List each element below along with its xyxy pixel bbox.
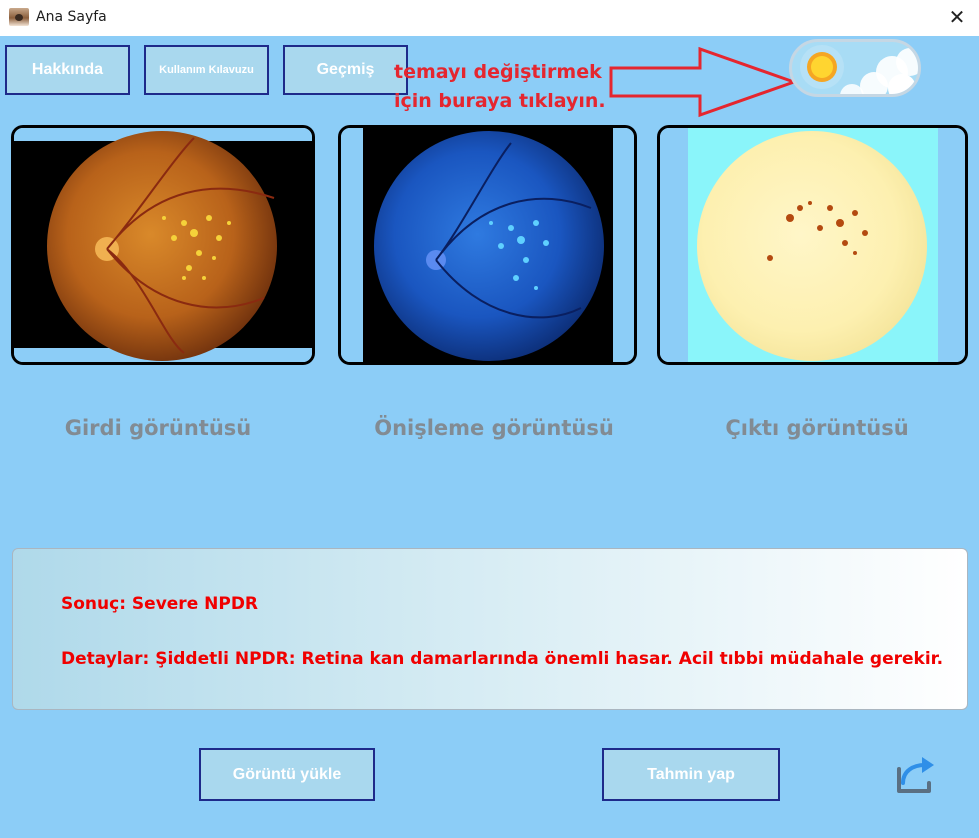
share-icon[interactable] bbox=[895, 755, 937, 795]
output-fundus-image bbox=[660, 128, 965, 362]
input-image-caption: Girdi görüntüsü bbox=[64, 416, 252, 440]
input-fundus-image bbox=[14, 128, 312, 362]
output-image-caption: Çıktı görüntüsü bbox=[725, 416, 909, 440]
result-panel: Sonuç: Severe NPDR Detaylar: Şiddetli NP… bbox=[12, 548, 968, 710]
input-image-panel bbox=[11, 125, 315, 365]
predict-button[interactable]: Tahmin yap bbox=[602, 748, 780, 801]
load-image-button[interactable]: Görüntü yükle bbox=[199, 748, 375, 801]
arrow-right-icon bbox=[609, 46, 798, 118]
preprocess-image-caption: Önişleme görüntüsü bbox=[374, 416, 614, 440]
theme-hint-line-2: için buraya tıklayın. bbox=[394, 90, 606, 112]
close-button[interactable]: ✕ bbox=[935, 0, 979, 36]
about-button[interactable]: Hakkında bbox=[5, 45, 130, 95]
sun-icon bbox=[800, 45, 844, 89]
theme-toggle[interactable] bbox=[789, 39, 921, 97]
history-button[interactable]: Geçmiş bbox=[283, 45, 408, 95]
eye-icon bbox=[9, 8, 29, 26]
preprocess-image-panel bbox=[338, 125, 637, 365]
window-title: Ana Sayfa bbox=[36, 9, 107, 25]
user-guide-button[interactable]: Kullanım Kılavuzu bbox=[144, 45, 269, 95]
result-details: Detaylar: Şiddetli NPDR: Retina kan dama… bbox=[61, 649, 944, 669]
title-bar: Ana Sayfa ✕ bbox=[0, 0, 979, 36]
main-content: Hakkında Kullanım Kılavuzu Geçmiş temayı… bbox=[0, 36, 979, 838]
output-image-panel bbox=[657, 125, 968, 365]
theme-hint: temayı değiştirmek için buraya tıklayın. bbox=[394, 58, 606, 116]
result-summary: Sonuç: Severe NPDR bbox=[61, 594, 259, 614]
preprocess-fundus-image bbox=[341, 128, 634, 362]
theme-hint-line-1: temayı değiştirmek bbox=[394, 61, 602, 83]
